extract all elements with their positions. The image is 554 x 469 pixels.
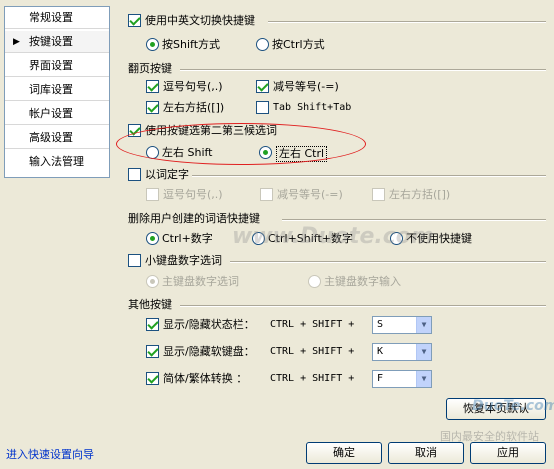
paging-minus-equal-checkbox[interactable] bbox=[256, 80, 269, 93]
statusbar-toggle-checkbox[interactable] bbox=[146, 318, 159, 331]
highlight-ellipse bbox=[116, 123, 366, 165]
numpad-main-input-label: 主键盘数字输入 bbox=[324, 275, 401, 288]
settings-sidebar: 常规设置 ▶ 按键设置 界面设置 词库设置 帐户设置 高级设置 输入法管理 bbox=[4, 6, 110, 178]
divider bbox=[230, 261, 546, 263]
sidebar-item-label: 按键设置 bbox=[29, 35, 73, 48]
select-value: K bbox=[377, 346, 384, 357]
switch-shift-label: 按Shift方式 bbox=[162, 38, 221, 51]
sidebar-item-ime-manager[interactable]: 输入法管理 bbox=[5, 151, 109, 173]
paging-comma-period-label: 逗号句号(,.) bbox=[163, 80, 223, 93]
divider bbox=[192, 175, 546, 177]
paging-tab-checkbox[interactable] bbox=[256, 101, 269, 114]
numpad-main-select-radio[interactable] bbox=[146, 275, 159, 288]
chevron-down-icon[interactable]: ▼ bbox=[416, 317, 431, 333]
paging-brackets-label: 左右方括([]) bbox=[163, 101, 225, 114]
watermark-center: www.Duote.com bbox=[232, 224, 434, 249]
select-value: S bbox=[377, 319, 384, 330]
softkeyboard-toggle-label: 显示/隐藏软键盘： bbox=[163, 345, 255, 358]
simp-trad-toggle-label: 简体/繁体转换 ： bbox=[163, 372, 248, 385]
switch-shift-radio[interactable] bbox=[146, 38, 159, 51]
fixed-brackets-label: 左右方括([]) bbox=[389, 188, 451, 201]
cancel-button[interactable]: 取消 bbox=[388, 442, 464, 464]
divider bbox=[268, 21, 546, 23]
watermark-logo: DuoTe.com bbox=[472, 398, 554, 414]
sidebar-item-label: 帐户设置 bbox=[29, 107, 73, 120]
sidebar-item-dictionary[interactable]: 词库设置 bbox=[5, 79, 109, 101]
fixed-minus-equal-checkbox[interactable] bbox=[260, 188, 273, 201]
simp-trad-combo-text: CTRL + SHIFT + bbox=[270, 373, 355, 384]
paging-comma-period-checkbox[interactable] bbox=[146, 80, 159, 93]
apply-label: 应用 bbox=[497, 446, 519, 459]
statusbar-key-select[interactable]: S ▼ bbox=[372, 316, 432, 334]
sidebar-item-label: 输入法管理 bbox=[29, 155, 84, 168]
softkeyboard-toggle-checkbox[interactable] bbox=[146, 345, 159, 358]
paging-tab-label: Tab Shift+Tab bbox=[273, 102, 352, 113]
sidebar-item-keys[interactable]: ▶ 按键设置 bbox=[5, 31, 109, 53]
delete-ctrl-num-label: Ctrl+数字 bbox=[162, 232, 213, 245]
fixed-word-checkbox[interactable] bbox=[128, 168, 141, 181]
simp-trad-key-select[interactable]: F ▼ bbox=[372, 370, 432, 388]
divider bbox=[282, 219, 546, 221]
sidebar-item-account[interactable]: 帐户设置 bbox=[5, 103, 109, 125]
chevron-down-icon[interactable]: ▼ bbox=[416, 344, 431, 360]
switch-ctrl-label: 按Ctrl方式 bbox=[272, 38, 325, 51]
fixed-word-label: 以词定字 bbox=[145, 168, 189, 181]
paging-title: 翻页按键 bbox=[128, 62, 172, 75]
sidebar-item-interface[interactable]: 界面设置 bbox=[5, 55, 109, 77]
numpad-select-checkbox[interactable] bbox=[128, 254, 141, 267]
fixed-comma-period-label: 逗号句号(,.) bbox=[163, 188, 223, 201]
chevron-right-icon: ▶ bbox=[13, 37, 20, 47]
fixed-brackets-checkbox[interactable] bbox=[372, 188, 385, 201]
numpad-main-select-label: 主键盘数字选词 bbox=[162, 275, 239, 288]
switch-ctrl-radio[interactable] bbox=[256, 38, 269, 51]
paging-brackets-checkbox[interactable] bbox=[146, 101, 159, 114]
sidebar-item-label: 界面设置 bbox=[29, 59, 73, 72]
fixed-minus-equal-label: 减号等号(-=) bbox=[277, 188, 343, 201]
softkeyboard-combo-text: CTRL + SHIFT + bbox=[270, 346, 355, 357]
simp-trad-toggle-checkbox[interactable] bbox=[146, 372, 159, 385]
select-value: F bbox=[377, 373, 384, 384]
statusbar-toggle-label: 显示/隐藏状态栏： bbox=[163, 318, 255, 331]
switch-shortcut-checkbox[interactable] bbox=[128, 14, 141, 27]
divider bbox=[180, 69, 546, 71]
paging-minus-equal-label: 减号等号(-=) bbox=[273, 80, 339, 93]
sidebar-item-label: 词库设置 bbox=[29, 83, 73, 96]
fixed-comma-period-checkbox[interactable] bbox=[146, 188, 159, 201]
chevron-down-icon[interactable]: ▼ bbox=[416, 371, 431, 387]
sidebar-item-label: 常规设置 bbox=[29, 11, 73, 24]
delete-ctrl-num-radio[interactable] bbox=[146, 232, 159, 245]
sidebar-item-advanced[interactable]: 高级设置 bbox=[5, 127, 109, 149]
sidebar-item-general[interactable]: 常规设置 bbox=[5, 7, 109, 29]
apply-button[interactable]: 应用 bbox=[470, 442, 546, 464]
numpad-main-input-radio[interactable] bbox=[308, 275, 321, 288]
cancel-label: 取消 bbox=[415, 446, 437, 459]
other-keys-title: 其他按键 bbox=[128, 298, 172, 311]
ok-label: 确定 bbox=[333, 446, 355, 459]
sidebar-item-label: 高级设置 bbox=[29, 131, 73, 144]
softkeyboard-key-select[interactable]: K ▼ bbox=[372, 343, 432, 361]
statusbar-combo-text: CTRL + SHIFT + bbox=[270, 319, 355, 330]
quick-setup-wizard-link[interactable]: 进入快速设置向导 bbox=[6, 446, 94, 462]
numpad-select-label: 小键盘数字选词 bbox=[145, 254, 222, 267]
switch-shortcut-label: 使用中英文切换快捷键 bbox=[145, 14, 255, 27]
divider bbox=[180, 305, 546, 307]
ok-button[interactable]: 确定 bbox=[306, 442, 382, 464]
